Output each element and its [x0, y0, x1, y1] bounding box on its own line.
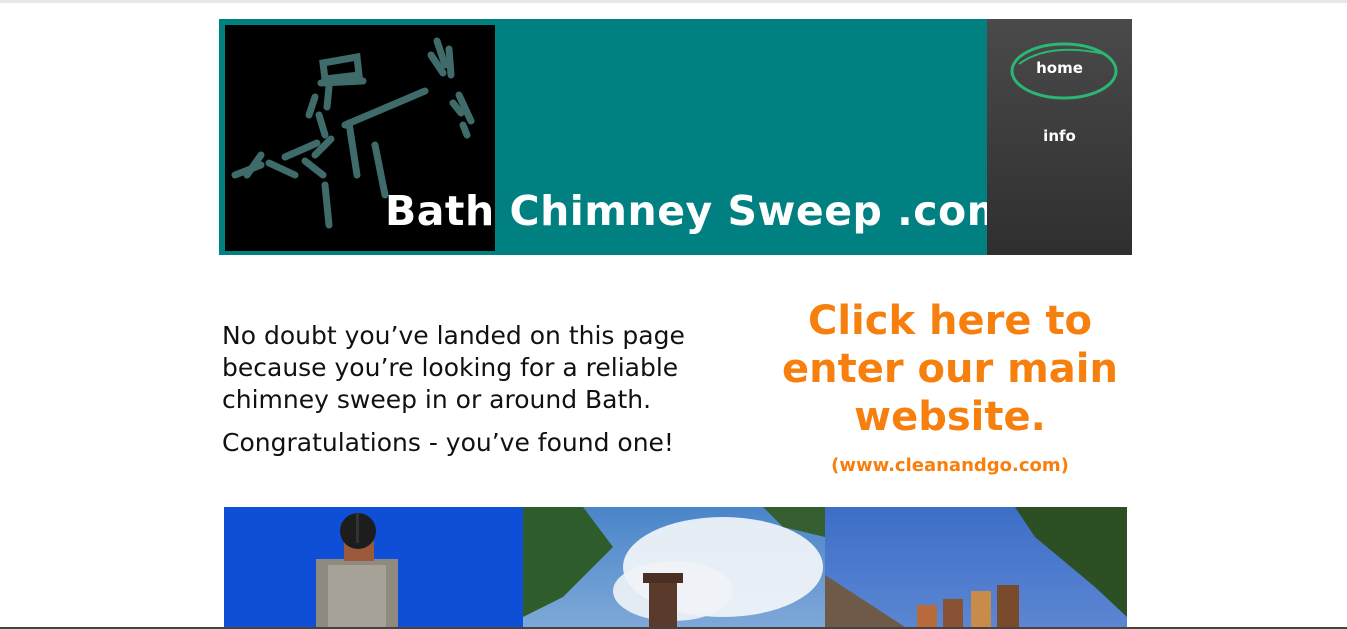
- chimney-photo-1: [224, 507, 523, 627]
- chimney-photo-3: [825, 507, 1127, 627]
- cta-block: Click here to enter our main website. (w…: [770, 297, 1130, 476]
- chimney-photo-2: [523, 507, 825, 627]
- nav-panel: home info: [987, 19, 1132, 255]
- enter-main-website-link[interactable]: Click here to enter our main website.: [770, 297, 1130, 441]
- site-header: Bath Chimney Sweep .com: [219, 19, 1009, 255]
- intro-paragraph-1: No doubt you’ve landed on this page beca…: [222, 321, 685, 414]
- nav-item-info[interactable]: info: [987, 127, 1132, 145]
- photo-strip: [224, 507, 1127, 627]
- intro-text: No doubt you’ve landed on this page beca…: [222, 320, 742, 470]
- site-title: Bath Chimney Sweep .com: [385, 187, 1010, 235]
- intro-paragraph-2: Congratulations - you’ve found one!: [222, 428, 674, 457]
- top-border: [0, 0, 1347, 3]
- main-website-url[interactable]: (www.cleanandgo.com): [770, 455, 1130, 476]
- nav-item-home[interactable]: home: [987, 59, 1132, 77]
